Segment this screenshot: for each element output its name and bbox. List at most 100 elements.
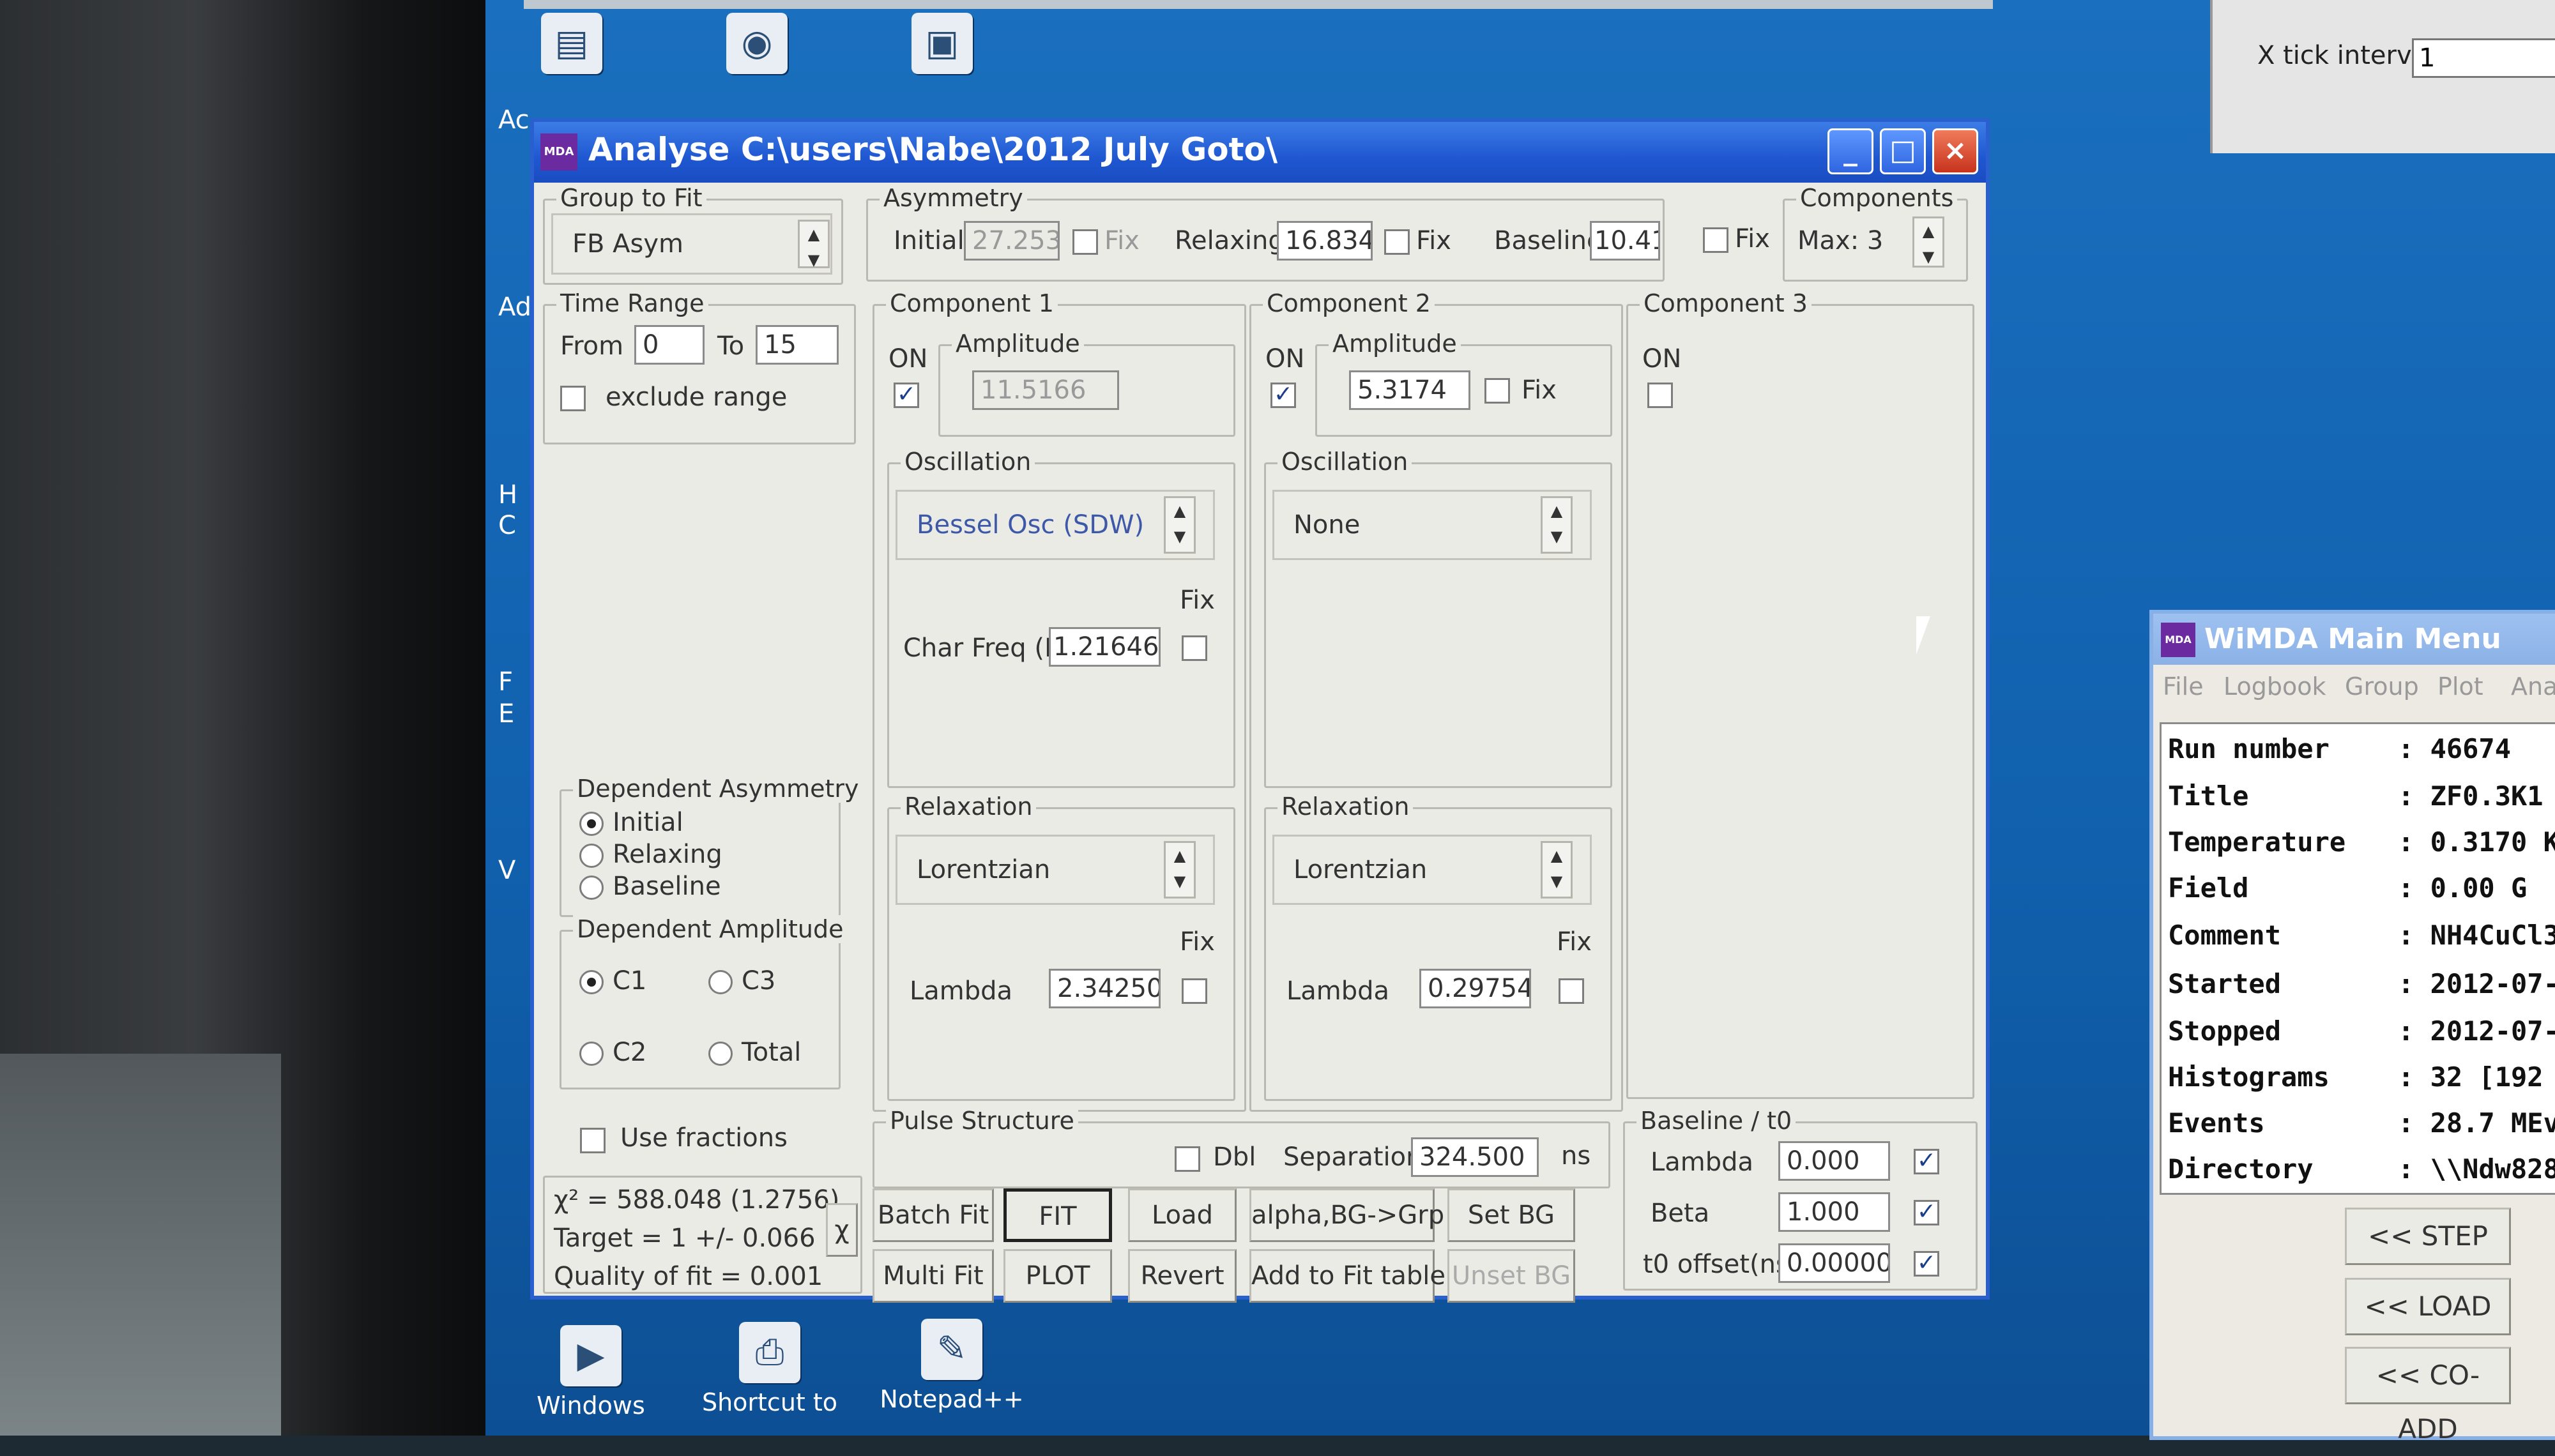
exclude-range-checkbox[interactable] xyxy=(560,386,586,411)
maximize-button[interactable]: □ xyxy=(1880,128,1926,174)
desktop-label-fragment: V xyxy=(498,856,516,885)
ns-unit-label: ns xyxy=(1561,1141,1591,1171)
asym-relaxing-fix-checkbox[interactable] xyxy=(1384,229,1410,255)
component2-amplitude-fix-checkbox[interactable] xyxy=(1484,378,1510,404)
group-spin-icon[interactable]: ▲ ▼ xyxy=(798,220,830,269)
separation-field[interactable]: 324.500 xyxy=(1411,1137,1539,1177)
dep-asym-baseline-radio[interactable] xyxy=(579,876,604,900)
desktop-icon-notepadpp[interactable]: ✎ Notepad++ xyxy=(878,1319,1025,1413)
oscillation-spin-icon[interactable]: ▲ ▼ xyxy=(1164,496,1196,554)
t0-offset-field[interactable]: 0.00000 xyxy=(1778,1243,1890,1283)
co-add-back-button[interactable]: << CO-ADD xyxy=(2345,1347,2511,1445)
component2-on-checkbox[interactable]: ✓ xyxy=(1270,383,1296,408)
asym-initial-fix-checkbox[interactable] xyxy=(1072,229,1098,255)
dep-amp-total-radio[interactable] xyxy=(708,1042,733,1066)
oscillation-spin-icon[interactable]: ▲ ▼ xyxy=(1541,496,1573,554)
asym-initial-field[interactable]: 27.253 xyxy=(964,221,1060,261)
dep-amp-c1-radio[interactable] xyxy=(579,970,604,994)
add-to-fit-table-button[interactable]: Add to Fit table xyxy=(1249,1249,1445,1303)
info-row: Run number: 46674 xyxy=(2168,733,2512,764)
dep-asym-initial-radio[interactable] xyxy=(579,812,604,836)
dep-asym-relaxing-radio[interactable] xyxy=(579,844,604,868)
group-to-fit-select[interactable]: FB Asym xyxy=(551,213,832,275)
menu-group[interactable]: Group xyxy=(2345,672,2419,701)
oscillation-label: Oscillation xyxy=(1278,448,1412,476)
group-to-fit-box: Group to Fit FB Asym ▲ ▼ xyxy=(543,184,843,285)
menu-plot[interactable]: Plot xyxy=(2437,672,2483,701)
plot-button[interactable]: PLOT xyxy=(1003,1249,1112,1303)
desktop-icon-label: Shortcut to xyxy=(701,1388,838,1416)
beta-field[interactable]: 1.000 xyxy=(1778,1192,1890,1232)
fix-label: Fix xyxy=(1735,224,1770,254)
component2-lambda-field[interactable]: 0.29754 xyxy=(1419,969,1531,1008)
component1-amplitude-field[interactable]: 11.5166 xyxy=(972,370,1119,410)
desktop-icon-windows[interactable]: ▶ Windows xyxy=(517,1325,664,1420)
component1-on-checkbox[interactable]: ✓ xyxy=(894,383,919,408)
component1-lambda-field[interactable]: 2.34250 xyxy=(1049,969,1161,1008)
dbl-checkbox[interactable] xyxy=(1175,1146,1200,1172)
component3-on-checkbox[interactable] xyxy=(1647,383,1673,408)
use-fractions-checkbox[interactable] xyxy=(580,1128,606,1153)
baseline-lambda-field[interactable]: 0.000 xyxy=(1778,1141,1890,1181)
set-bg-button[interactable]: Set BG xyxy=(1447,1188,1575,1242)
batch-fit-button[interactable]: Batch Fit xyxy=(873,1188,994,1242)
to-field[interactable]: 15 xyxy=(756,325,839,365)
char-freq-fix-checkbox[interactable] xyxy=(1182,635,1207,661)
menu-analyse[interactable]: Ana xyxy=(2511,672,2555,701)
unset-bg-button[interactable]: Unset BG xyxy=(1447,1249,1575,1303)
dependent-amplitude-box: Dependent Amplitude C1 C3 C2 Total xyxy=(560,915,848,1089)
desktop-label-fragment: Ad xyxy=(498,292,532,322)
info-row: Comment: NH4CuCl3 xyxy=(2168,920,2555,951)
load-button[interactable]: Load xyxy=(1128,1188,1237,1242)
asym-relaxing-field[interactable]: 16.834 xyxy=(1277,221,1373,261)
desktop-label-fragment: Ac xyxy=(498,105,530,135)
menu-logbook[interactable]: Logbook xyxy=(2223,672,2326,701)
minimize-button[interactable]: _ xyxy=(1827,128,1873,174)
revert-button[interactable]: Revert xyxy=(1128,1249,1237,1303)
info-row: Events: 28.7 MEv xyxy=(2168,1107,2555,1139)
asym-baseline-field[interactable]: 10.419 xyxy=(1590,221,1660,261)
component1-oscillation-box: Oscillation Bessel Osc (SDW) ▲ ▼ Fix Char… xyxy=(887,448,1235,788)
from-field[interactable]: 0 xyxy=(634,325,705,365)
dep-amp-c3-radio[interactable] xyxy=(708,970,733,994)
step-back-button[interactable]: << STEP xyxy=(2345,1208,2511,1265)
component1-relaxation-box: Relaxation Lorentzian ▲ ▼ Fix Lambda 2.34… xyxy=(887,792,1235,1101)
chi-button[interactable]: χ xyxy=(826,1203,858,1257)
beta-checkbox[interactable]: ✓ xyxy=(1914,1200,1939,1225)
relaxation-spin-icon[interactable]: ▲ ▼ xyxy=(1164,841,1196,899)
relaxation-label: Relaxation xyxy=(901,792,1037,821)
dep-amp-c2-radio[interactable] xyxy=(579,1042,604,1066)
x-tick-interval-input[interactable]: 1 xyxy=(2412,38,2555,78)
component2-amplitude-field[interactable]: 5.3174 xyxy=(1349,370,1470,410)
desktop-icon-shortcut[interactable]: ⎙ Shortcut to xyxy=(696,1322,843,1416)
asym-baseline-fix-checkbox[interactable] xyxy=(1703,227,1728,253)
fit-button[interactable]: FIT xyxy=(1003,1188,1112,1242)
alpha-bg-grp-button[interactable]: alpha,BG->Grp xyxy=(1249,1188,1444,1242)
separation-label: Separation xyxy=(1283,1142,1422,1172)
quality-text: Quality of fit = 0.001 xyxy=(554,1262,823,1291)
close-button[interactable]: × xyxy=(1932,128,1978,174)
components-spin-icon[interactable]: ▲ ▼ xyxy=(1912,216,1944,268)
component2-lambda-fix-checkbox[interactable] xyxy=(1559,978,1584,1004)
wimda-title-bar[interactable]: MDA WiMDA Main Menu xyxy=(2153,614,2555,665)
max-components-label: Max: 3 xyxy=(1797,226,1884,255)
presentation-shortcut-icon[interactable]: ▣ xyxy=(869,13,1016,79)
menu-file[interactable]: File xyxy=(2163,672,2204,701)
info-row: Temperature: 0.3170 K xyxy=(2168,826,2555,858)
document-shortcut-icon[interactable]: ▤ xyxy=(498,13,645,79)
desktop-icon-label: Notepad++ xyxy=(880,1385,1024,1413)
plot-settings-panel: X tick interval: 1 xyxy=(2210,0,2555,153)
char-freq-field[interactable]: 1.21646 xyxy=(1049,627,1161,667)
analyse-title-bar[interactable]: MDA Analyse C:\users\Nabe\2012 July Goto… xyxy=(534,122,1986,183)
analyse-window: MDA Analyse C:\users\Nabe\2012 July Goto… xyxy=(530,118,1990,1303)
multi-fit-button[interactable]: Multi Fit xyxy=(873,1249,994,1303)
load-back-button[interactable]: << LOAD xyxy=(2345,1278,2511,1335)
relaxation-spin-icon[interactable]: ▲ ▼ xyxy=(1541,841,1573,899)
component1-lambda-fix-checkbox[interactable] xyxy=(1182,978,1207,1004)
baseline-lambda-checkbox[interactable]: ✓ xyxy=(1914,1149,1939,1174)
component3-on-label: ON xyxy=(1642,344,1682,374)
network-shortcut-icon[interactable]: ◉ xyxy=(683,13,830,79)
t0-offset-checkbox[interactable]: ✓ xyxy=(1914,1251,1939,1277)
time-range-box: Time Range From 0 To 15 exclude range xyxy=(543,289,856,444)
desktop-label-fragment: H xyxy=(498,480,518,510)
